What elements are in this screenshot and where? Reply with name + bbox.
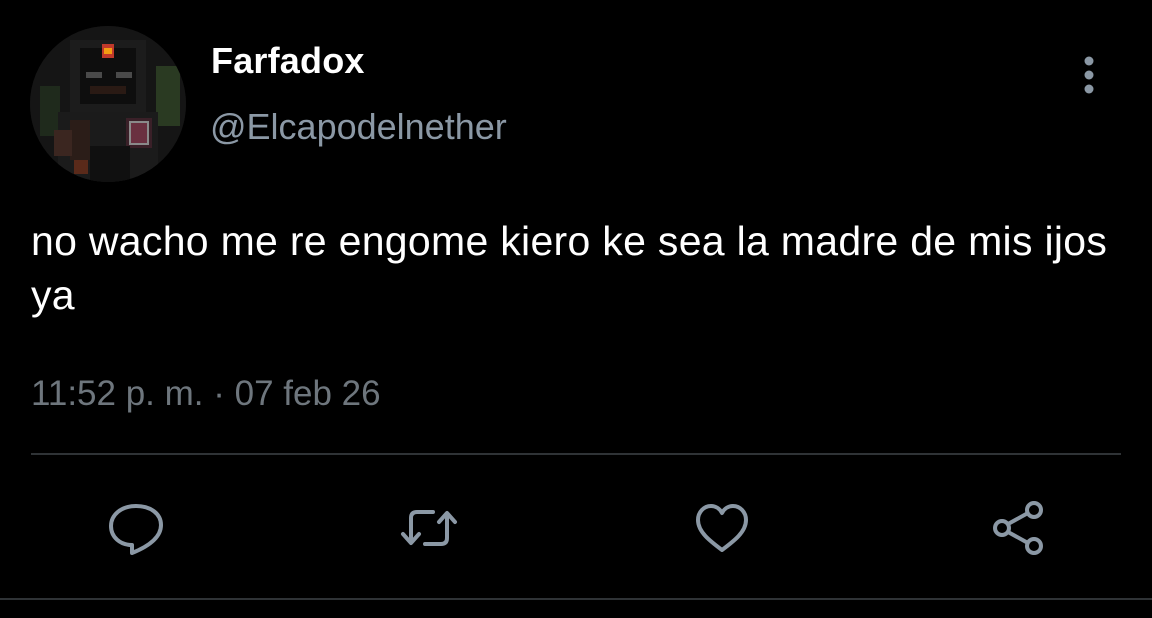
share-button[interactable] xyxy=(986,496,1050,560)
tweet-detail: Farfadox @Elcapodelnether no wacho me re… xyxy=(0,0,1152,618)
like-button[interactable] xyxy=(690,496,754,560)
avatar[interactable] xyxy=(30,26,186,182)
reply-button[interactable] xyxy=(104,496,168,560)
vertical-dots-icon xyxy=(1084,56,1094,94)
meta-separator: · xyxy=(213,374,225,413)
share-icon xyxy=(993,501,1043,555)
display-name[interactable]: Farfadox xyxy=(211,40,365,82)
minecraft-skin-avatar-icon xyxy=(30,26,186,182)
retweet-button[interactable] xyxy=(397,496,461,560)
tweet-timestamp[interactable]: 11:52 p. m. · 07 feb 26 xyxy=(31,374,381,414)
retweet-icon xyxy=(401,510,457,546)
heart-icon xyxy=(696,504,748,552)
bottom-divider xyxy=(0,598,1152,600)
speech-bubble-icon xyxy=(109,504,163,555)
tweet-date: 07 feb 26 xyxy=(234,374,381,413)
user-handle[interactable]: @Elcapodelnether xyxy=(210,106,507,148)
more-options-button[interactable] xyxy=(1070,52,1108,100)
tweet-text: no wacho me re engome kiero ke sea la ma… xyxy=(31,218,1108,318)
tweet-time: 11:52 p. m. xyxy=(31,374,204,413)
divider xyxy=(31,453,1121,455)
